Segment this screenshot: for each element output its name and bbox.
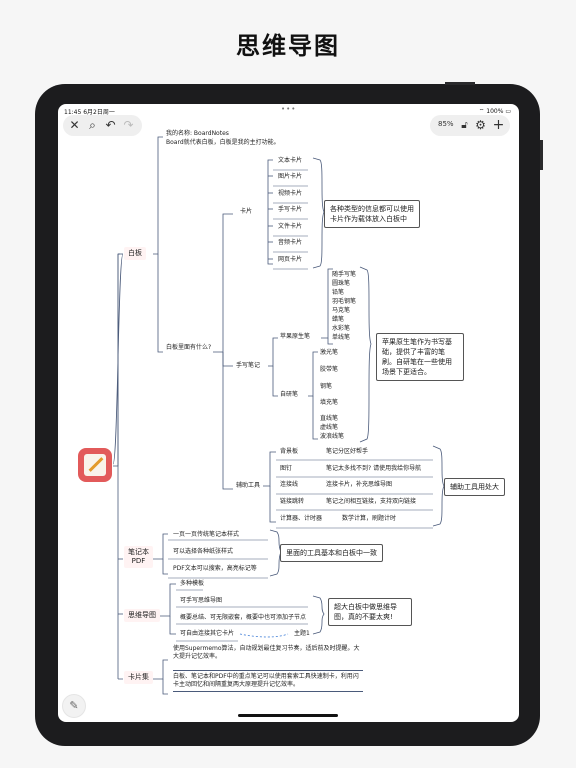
mindmap-item[interactable]: 可自由连接其它卡片 [180,630,234,638]
home-indicator [238,714,338,717]
card-item[interactable]: 网页卡片 [278,256,302,264]
tool-desc[interactable]: 笔记太多找不到? 请使用我给你导航 [326,465,421,473]
mindmap-note[interactable]: 超大白板中做思维导图，真的不要太爽! [328,598,412,626]
pen-item[interactable]: 羽毛钢笔 [332,298,356,306]
notebook-pencil-icon [84,454,106,476]
pen-item[interactable]: 填充笔 [320,399,338,407]
node-mindmap[interactable]: 思维导图 [124,609,160,622]
cards-label[interactable]: 卡片 [240,208,252,216]
pen-item[interactable]: 水彩笔 [332,325,350,333]
node-cardset[interactable]: 卡片集 [124,671,153,684]
pen-item[interactable]: 直线笔 [320,415,338,423]
pen-item[interactable]: 波浪线笔 [320,433,344,441]
intro-line-1: 我的名称: BoardNotes [166,130,229,137]
mindmap-item[interactable]: 概要总结、可无限嵌套，概要中也可添加子节点 [180,614,306,622]
tool-desc[interactable]: 笔记之间相互链接，支持双向链接 [326,498,416,506]
pen-item[interactable]: 单线笔 [332,334,350,342]
tool-name[interactable]: 连接线 [280,481,298,489]
topic-node[interactable]: 主题1 [294,630,310,638]
intro-line-2: Board就代表白板，白板是我的主打功能。 [166,139,280,146]
pen-item[interactable]: 胶带笔 [320,366,338,374]
card-item[interactable]: 视频卡片 [278,190,302,198]
pen-item[interactable]: 激光笔 [320,349,338,357]
tool-desc[interactable]: 连接卡片，补充思维导图 [326,481,392,489]
page-title: 思维导图 [236,32,340,60]
card-item[interactable]: 音频卡片 [278,239,302,247]
card-item[interactable]: 手写卡片 [278,206,302,214]
power-button [445,82,475,85]
notebook-item[interactable]: 一页一页传统笔记本样式 [173,531,239,539]
cards-note[interactable]: 各种类型的信息都可以使用卡片作为载体放入白板中 [324,200,420,228]
apple-pen-label[interactable]: 苹果原生笔 [280,333,310,341]
pen-item[interactable]: 虚线笔 [320,424,338,432]
tool-name[interactable]: 链接跳转 [280,498,304,506]
notebook-note[interactable]: 里面的工具基本和白板中一致 [280,544,383,562]
tools-label[interactable]: 辅助工具 [236,482,260,490]
mindmap-item[interactable]: 多种模板 [180,580,204,588]
cardset-text-2[interactable]: 白板、笔记本和PDF中的重点笔记可以使用套索工具快速制卡，利用闪卡主动回忆和间隔… [173,670,363,692]
tool-name[interactable]: 图钉 [280,465,292,473]
card-item[interactable]: 图片卡片 [278,173,302,181]
pen-item[interactable]: 蜡笔 [332,316,344,324]
tool-name[interactable]: 背景板 [280,448,298,456]
notebook-item[interactable]: 可以选择各种纸张样式 [173,548,233,556]
card-item[interactable]: 文本卡片 [278,157,302,165]
handwriting-label[interactable]: 手写笔记 [236,362,260,370]
app-logo[interactable] [78,448,112,482]
tool-desc[interactable]: 数学计算，刷题计时 [342,515,396,523]
pen-item[interactable]: 圆珠笔 [332,280,350,288]
board-question[interactable]: 白板里面有什么? [166,344,211,352]
pen-item[interactable]: 马克笔 [332,307,350,315]
pencil-tool-icon[interactable]: ✎ [62,694,86,718]
app-screen: 11:45 6月2日周一 ••• ⌔ 100% ▭ ✕ ⌕ ↶ ↷ 85% 🔓︎… [58,104,519,722]
notebook-item[interactable]: PDF文本可以搜索，高亮标记等 [173,565,257,573]
node-notebook-pdf[interactable]: 笔记本 PDF [124,546,153,568]
card-item[interactable]: 文件卡片 [278,223,302,231]
self-pen-label[interactable]: 自研笔 [280,391,298,399]
cardset-text-1[interactable]: 使用Supermemo算法，自动规划最佳复习节奏，适后前及时提醒。大大提升记忆效… [173,645,361,661]
pen-item[interactable]: 随手写笔 [332,271,356,279]
mindmap-item[interactable]: 可手写思维导图 [180,597,222,605]
tools-note[interactable]: 辅助工具用处大 [444,478,505,496]
pen-item[interactable]: 铅笔 [332,289,344,297]
volume-button [540,140,543,170]
node-whiteboard[interactable]: 白板 [124,247,146,260]
tool-desc[interactable]: 笔记分区好帮手 [326,448,368,456]
tool-name[interactable]: 计算器、计时器 [280,515,322,523]
pen-item[interactable]: 钢笔 [320,383,332,391]
handwriting-note[interactable]: 苹果原生笔作为书写基础，提供了丰富的笔刷。自研笔在一些使用场景下更适合。 [376,333,464,381]
